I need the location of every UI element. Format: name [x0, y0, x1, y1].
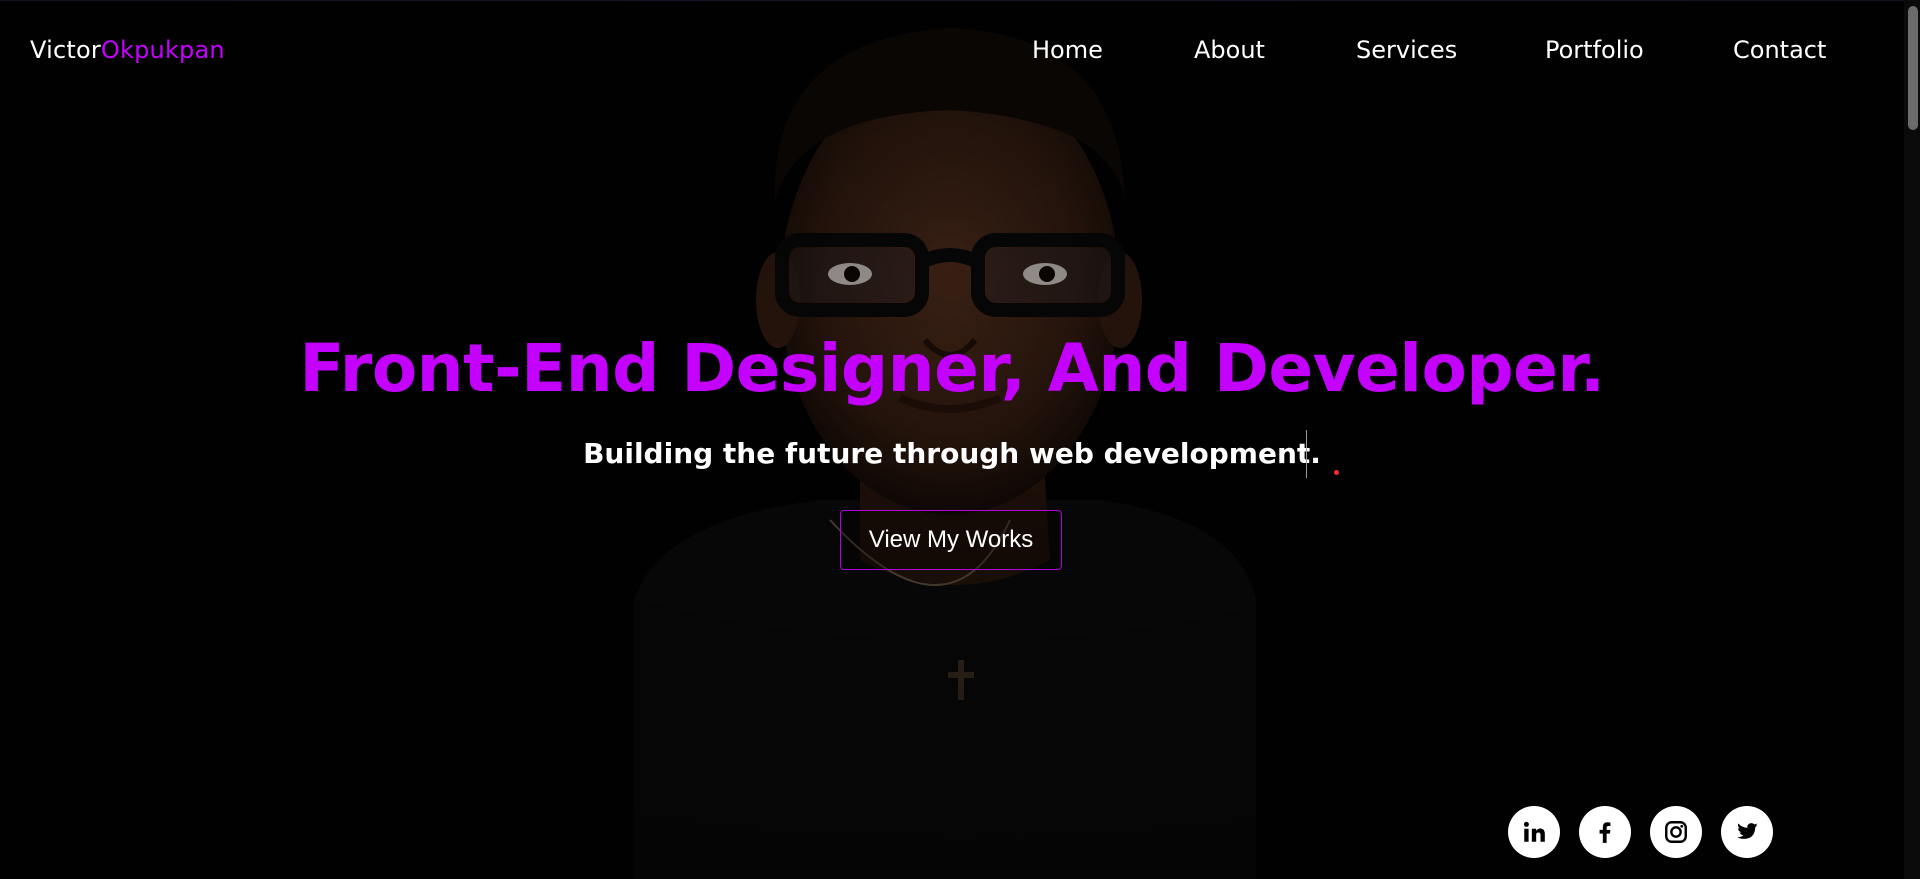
nav-contact[interactable]: Contact	[1733, 36, 1826, 64]
nav-home[interactable]: Home	[1032, 36, 1103, 64]
hero-headline: Front-End Designer, And Developer.	[299, 330, 1605, 407]
scrollbar-thumb[interactable]	[1908, 6, 1918, 130]
cursor-dot	[1334, 470, 1339, 475]
nav-portfolio[interactable]: Portfolio	[1545, 36, 1644, 64]
hero-subline: Building the future through web developm…	[583, 437, 1321, 470]
instagram-icon	[1665, 821, 1687, 843]
nav-about[interactable]: About	[1194, 36, 1265, 64]
facebook-icon	[1599, 822, 1611, 843]
typing-caret	[1306, 430, 1307, 478]
scrollbar-track[interactable]	[1904, 0, 1920, 879]
instagram-link[interactable]	[1650, 806, 1702, 858]
twitter-link[interactable]	[1721, 806, 1773, 858]
twitter-icon	[1737, 823, 1758, 839]
view-works-button[interactable]: View My Works	[840, 510, 1062, 570]
linkedin-icon	[1523, 821, 1545, 842]
linkedin-link[interactable]	[1508, 806, 1560, 858]
page: VictorOkpukpan Home About Services Portf…	[0, 0, 1920, 879]
nav-services[interactable]: Services	[1356, 36, 1457, 64]
main-nav: Home About Services Portfolio Contact	[0, 36, 1920, 66]
facebook-link[interactable]	[1579, 806, 1631, 858]
